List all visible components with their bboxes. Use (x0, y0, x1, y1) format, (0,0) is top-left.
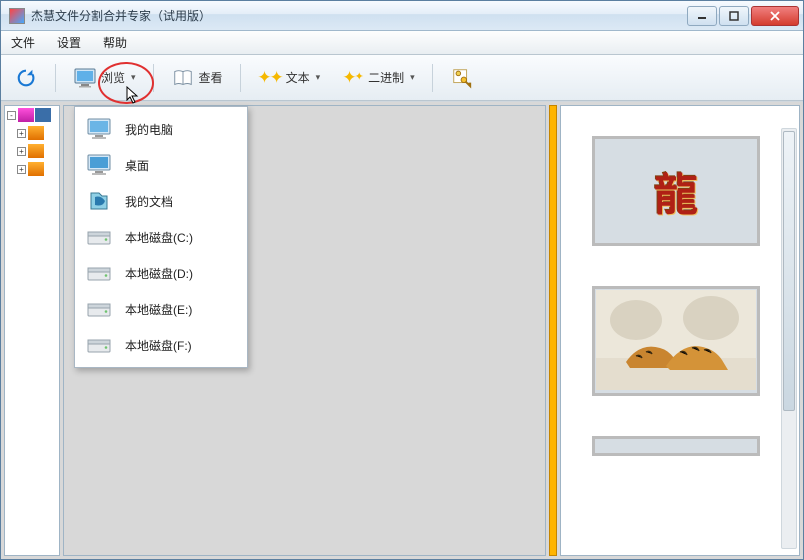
tiger-thumb[interactable] (592, 286, 760, 396)
app-icon (9, 8, 25, 24)
dropdown-item-drive-e[interactable]: 本地磁盘(E:) (75, 291, 247, 327)
tree-pane[interactable]: - + + + (4, 105, 60, 556)
scrollbar[interactable] (781, 128, 797, 549)
dropdown-item-desktop[interactable]: 桌面 (75, 147, 247, 183)
binary-label: 二进制 (368, 69, 404, 86)
tree-row[interactable]: - (5, 106, 59, 124)
thumb-container (592, 286, 768, 396)
book-icon (171, 66, 195, 90)
close-icon (769, 11, 781, 21)
browse-button[interactable]: 浏览 ▾ (66, 61, 143, 95)
dropdown-label: 我的文档 (125, 193, 173, 210)
toolbar: 浏览 ▾ 查看 ✦✦ 文本 ▾ ✦✦ 二进制 ▾ (1, 55, 803, 101)
binary-button[interactable]: ✦✦ 二进制 ▾ (333, 61, 422, 95)
folder-icon (28, 144, 44, 158)
key-icon (450, 66, 474, 90)
caret-down-icon: ▾ (316, 72, 321, 83)
desktop-icon (85, 151, 113, 179)
drive-icon (85, 259, 113, 287)
menu-settings[interactable]: 设置 (53, 32, 85, 53)
menu-help[interactable]: 帮助 (99, 32, 131, 53)
view-label: 查看 (199, 69, 223, 86)
dropdown-item-drive-f[interactable]: 本地磁盘(F:) (75, 327, 247, 363)
minimize-button[interactable] (687, 6, 717, 26)
window-buttons (685, 6, 799, 26)
dropdown-label: 本地磁盘(E:) (125, 301, 192, 318)
separator (432, 64, 433, 92)
refresh-icon (14, 66, 38, 90)
tree-row[interactable]: + (5, 160, 59, 178)
folder-icon (28, 162, 44, 176)
close-button[interactable] (751, 6, 799, 26)
drive-icon (85, 331, 113, 359)
scroll-thumb[interactable] (783, 131, 795, 411)
monitor-icon (73, 66, 97, 90)
dropdown-label: 本地磁盘(C:) (125, 229, 193, 246)
caret-down-icon: ▾ (410, 72, 415, 83)
expand-icon[interactable]: + (17, 129, 26, 138)
computer-icon (85, 115, 113, 143)
title-bar: 杰慧文件分割合并专家（试用版） (1, 1, 803, 31)
collapse-icon[interactable]: - (7, 111, 16, 120)
expand-icon[interactable]: + (17, 147, 26, 156)
sparkles-icon: ✦✦ (340, 66, 364, 90)
thumb-container: 龍 (592, 136, 768, 246)
folder-icon (18, 108, 34, 122)
tree-row[interactable]: + (5, 124, 59, 142)
dropdown-label: 本地磁盘(D:) (125, 265, 193, 282)
dropdown-label: 我的电脑 (125, 121, 173, 138)
dragon-art: 龍 (654, 159, 698, 223)
text-label: 文本 (286, 69, 310, 86)
folder-icon (28, 126, 44, 140)
view-button[interactable]: 查看 (164, 61, 230, 95)
browse-label: 浏览 (101, 69, 125, 86)
dropdown-label: 桌面 (125, 157, 149, 174)
window-title: 杰慧文件分割合并专家（试用版） (31, 7, 685, 24)
dropdown-item-drive-c[interactable]: 本地磁盘(C:) (75, 219, 247, 255)
tiger-art (596, 290, 756, 393)
maximize-button[interactable] (719, 6, 749, 26)
key-button[interactable] (443, 61, 481, 95)
dropdown-item-mydocs[interactable]: 我的文档 (75, 183, 247, 219)
menu-bar: 文件 设置 帮助 (1, 31, 803, 55)
documents-icon (85, 187, 113, 215)
maximize-icon (729, 11, 739, 21)
separator (55, 64, 56, 92)
sparkles-icon: ✦✦ (258, 66, 282, 90)
text-button[interactable]: ✦✦ 文本 ▾ (251, 61, 328, 95)
dropdown-item-drive-d[interactable]: 本地磁盘(D:) (75, 255, 247, 291)
selected-node-icon (35, 108, 51, 122)
dropdown-label: 本地磁盘(F:) (125, 337, 192, 354)
partial-thumb[interactable] (592, 436, 760, 456)
caret-down-icon: ▾ (131, 72, 136, 83)
drive-icon (85, 295, 113, 323)
drive-icon (85, 223, 113, 251)
refresh-button[interactable] (7, 61, 45, 95)
splitter[interactable] (549, 105, 557, 556)
expand-icon[interactable]: + (17, 165, 26, 174)
thumb-container (592, 436, 768, 456)
minimize-icon (697, 11, 707, 21)
separator (153, 64, 154, 92)
dropdown-item-computer[interactable]: 我的电脑 (75, 111, 247, 147)
dragon-thumb[interactable]: 龍 (592, 136, 760, 246)
preview-pane[interactable]: 龍 (560, 105, 800, 556)
browse-dropdown: 我的电脑 桌面 我的文档 本地磁盘(C:) 本地磁盘(D:) 本地磁盘(E:) (74, 106, 248, 368)
separator (240, 64, 241, 92)
menu-file[interactable]: 文件 (7, 32, 39, 53)
tree-row[interactable]: + (5, 142, 59, 160)
